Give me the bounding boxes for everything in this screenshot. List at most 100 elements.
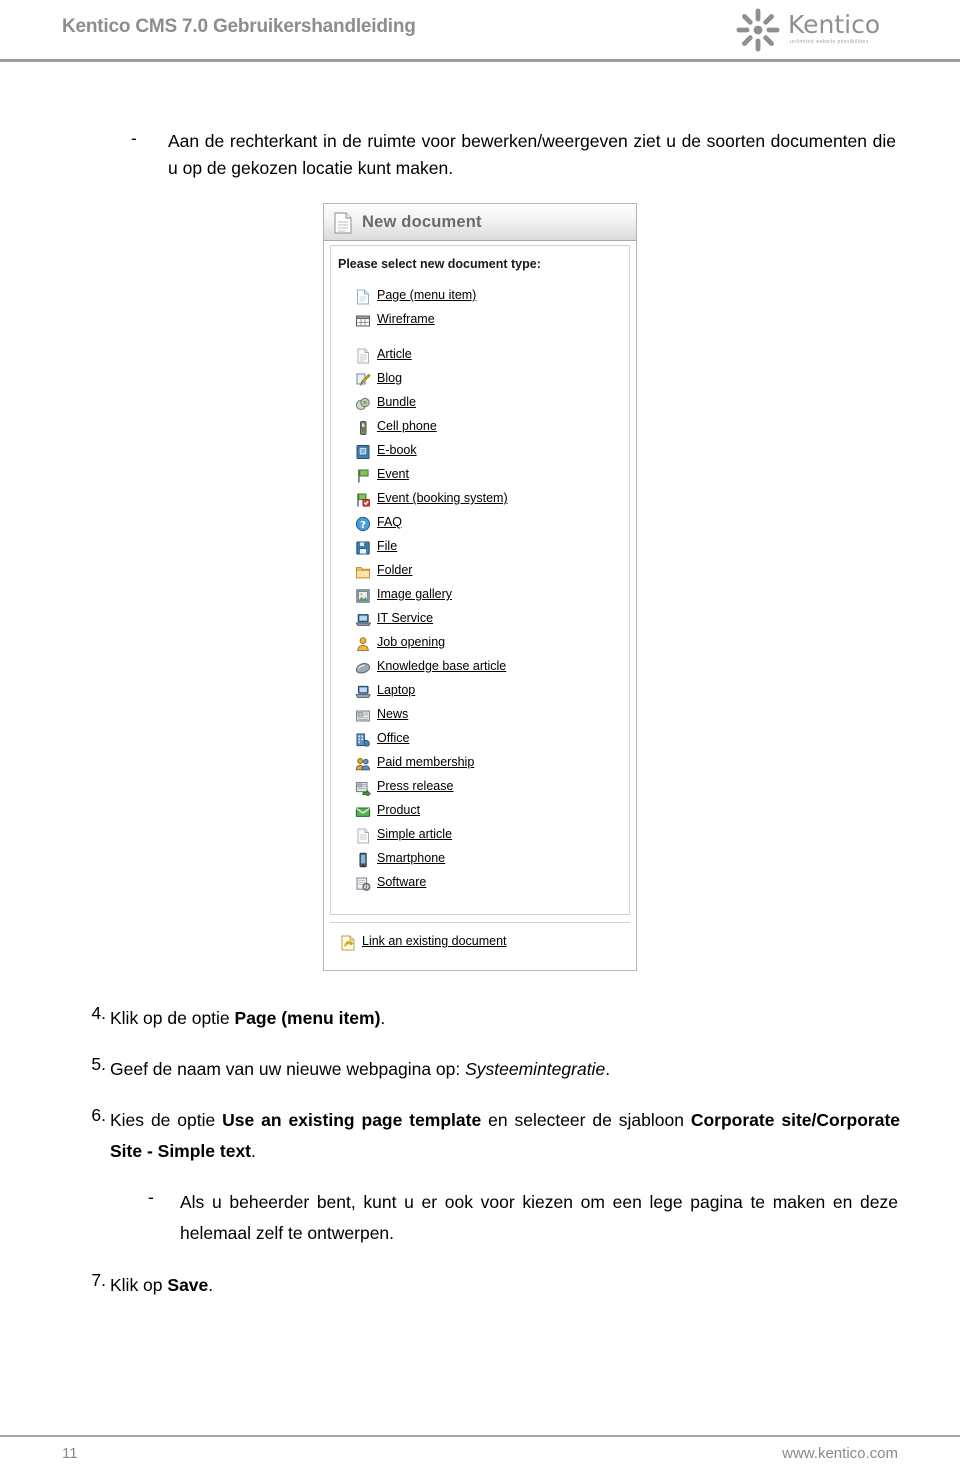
footer-divider [0, 1435, 960, 1437]
document-type-item[interactable]: Event (booking system) [355, 489, 627, 513]
step-4-pre: Klik op de optie [110, 1008, 235, 1028]
step-6-sub-bullet-marker: - [148, 1187, 154, 1207]
press-release-icon [355, 780, 371, 798]
document-type-label: Cell phone [377, 419, 437, 433]
kentico-logo-wordmark: Kentico [788, 10, 881, 39]
step-4-number: 4. [91, 1003, 106, 1023]
step-5-number: 5. [91, 1054, 106, 1074]
link-existing-document-row[interactable]: Link an existing document [330, 922, 630, 966]
document-type-label: Image gallery [377, 587, 453, 601]
news-icon [355, 708, 371, 724]
document-type-label: Press release [377, 779, 454, 793]
folder-icon [355, 564, 371, 580]
step-6-mid: en selecteer de sjabloon [481, 1110, 691, 1130]
step-7-bold: Save [167, 1275, 209, 1295]
dialog-body: Please select new document type: Page (m… [323, 241, 637, 971]
intro-bullet-marker: - [131, 128, 137, 148]
step-6-number: 6. [91, 1105, 106, 1125]
document-type-label: Office [377, 731, 410, 745]
document-type-item[interactable]: ? FAQ [355, 513, 627, 537]
article-icon [355, 348, 371, 364]
document-type-label: FAQ [377, 515, 403, 529]
step-5-text: Geef de naam van uw nieuwe webpagina op:… [110, 1054, 900, 1085]
laptop-icon [355, 684, 371, 700]
document-type-label: Laptop [377, 683, 416, 697]
document-type-item[interactable]: Wireframe [355, 310, 627, 334]
cell-phone-icon [355, 420, 371, 436]
document-type-item[interactable]: News [355, 705, 627, 729]
select-type-prompt: Please select new document type: [338, 257, 541, 271]
footer-url: www.kentico.com [782, 1445, 898, 1462]
link-document-icon [341, 935, 355, 951]
document-type-item[interactable]: Laptop [355, 681, 627, 705]
document-type-label: File [377, 539, 398, 553]
link-existing-document-label: Link an existing document [362, 934, 507, 948]
step-7-number: 7. [91, 1270, 106, 1290]
document-type-item[interactable]: Job opening [355, 633, 627, 657]
document-type-label: Knowledge base article [377, 659, 507, 673]
step-5-post: . [605, 1059, 611, 1079]
event-booking-icon [355, 492, 371, 508]
step-6-text: Kies de optie Use an existing page templ… [110, 1105, 900, 1167]
document-type-label: Page (menu item) [377, 288, 477, 302]
page-icon [355, 289, 371, 305]
kentico-flower-logo-icon [736, 8, 780, 52]
document-type-label: Event (booking system) [377, 491, 508, 505]
document-type-item[interactable]: Simple article [355, 825, 627, 849]
new-document-dialog-screenshot: New document Please select new document … [323, 203, 639, 973]
step-6-post: . [251, 1141, 256, 1161]
wireframe-grid-icon [355, 313, 371, 329]
step-7-pre: Klik op [110, 1275, 168, 1295]
document-type-label: E-book [377, 443, 417, 457]
document-type-label: Job opening [377, 635, 446, 649]
header-divider [0, 59, 960, 62]
document-type-item[interactable]: Product [355, 801, 627, 825]
job-opening-icon [355, 636, 371, 652]
document-type-item[interactable]: Image gallery [355, 585, 627, 609]
document-type-item[interactable]: Blog [355, 369, 627, 393]
page-header: Kentico CMS 7.0 Gebruikershandleiding Ke… [0, 0, 960, 62]
e-book-icon [355, 444, 371, 460]
document-type-panel: Please select new document type: Page (m… [330, 245, 630, 915]
document-type-item[interactable]: Software [355, 873, 627, 897]
document-type-item[interactable]: Smartphone [355, 849, 627, 873]
document-type-label: IT Service [377, 611, 434, 625]
step-4-text: Klik op de optie Page (menu item). [110, 1003, 900, 1034]
image-gallery-icon [355, 588, 371, 604]
document-type-label: Wireframe [377, 312, 435, 326]
document-type-item[interactable]: Knowledge base article [355, 657, 627, 681]
step-6-pre: Kies de optie [110, 1110, 223, 1130]
step-7-post: . [208, 1275, 214, 1295]
smartphone-icon [355, 852, 371, 868]
document-type-item[interactable]: File [355, 537, 627, 561]
step-4-post: . [380, 1008, 386, 1028]
document-type-item[interactable]: Event [355, 465, 627, 489]
step-5-italic: Systeemintegratie [465, 1059, 606, 1079]
document-type-item[interactable]: Office [355, 729, 627, 753]
kentico-logo-tagline: unlimited website possibilities [790, 39, 869, 45]
document-type-item[interactable]: E-book [355, 441, 627, 465]
document-type-label: Product [377, 803, 421, 817]
document-type-label: Bundle [377, 395, 416, 409]
blog-pencil-icon [355, 372, 371, 388]
document-type-label: Smartphone [377, 851, 446, 865]
product-icon [355, 804, 371, 820]
simple-article-icon [355, 828, 371, 844]
step-5-pre: Geef de naam van uw nieuwe webpagina op: [110, 1059, 466, 1079]
document-icon [334, 212, 352, 234]
document-type-item[interactable]: Folder [355, 561, 627, 585]
document-type-item[interactable]: Page (menu item) [355, 286, 627, 310]
file-save-icon [355, 540, 371, 556]
svg-text:?: ? [360, 520, 366, 531]
document-type-item[interactable]: IT Service [355, 609, 627, 633]
dialog-title: New document [362, 213, 482, 231]
document-type-item[interactable]: Press release [355, 777, 627, 801]
faq-question-icon: ? [355, 516, 371, 532]
it-service-icon [355, 612, 372, 628]
document-type-item[interactable]: Cell phone [355, 417, 627, 441]
bundle-icon [355, 396, 371, 412]
document-type-item[interactable]: Bundle [355, 393, 627, 417]
document-type-label: Blog [377, 371, 403, 385]
document-type-item[interactable]: Article [355, 345, 627, 369]
document-type-item[interactable]: Paid membership [355, 753, 627, 777]
